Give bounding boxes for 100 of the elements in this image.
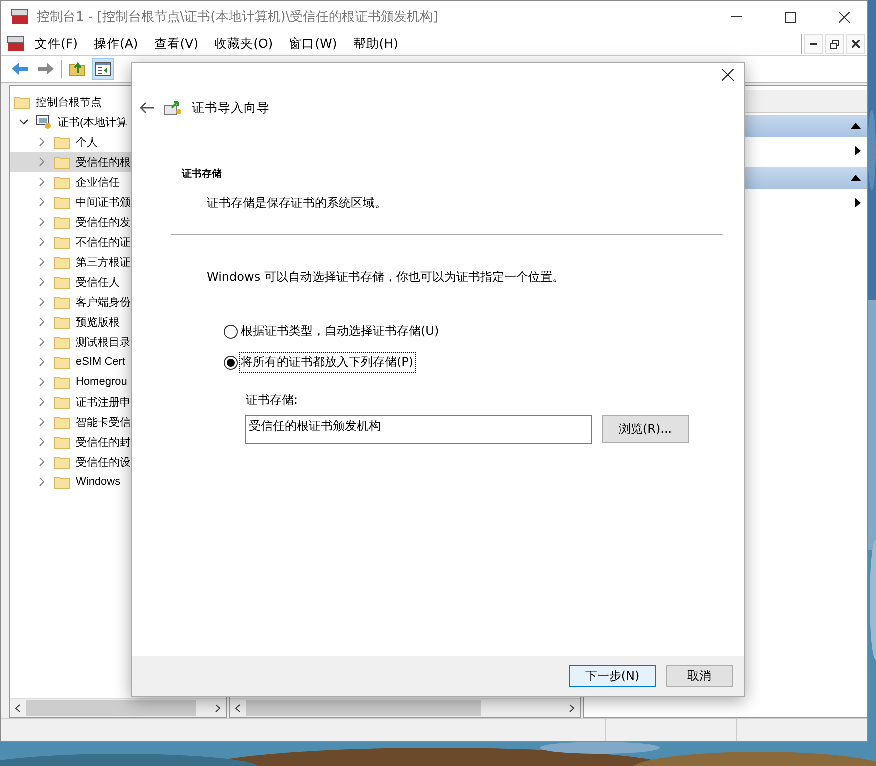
folder-icon	[54, 376, 70, 388]
store-field[interactable]: 受信任的根证书颁发机构	[245, 415, 592, 444]
tree-item[interactable]: 受信任的封	[74, 434, 133, 450]
tree-item[interactable]: 不信任的证	[74, 234, 133, 250]
field-label: 证书存储:	[246, 393, 298, 407]
forward-arrow-icon	[37, 62, 55, 76]
tree-item[interactable]: 预览版根	[74, 314, 122, 330]
chevron-right-icon[interactable]	[39, 477, 45, 487]
chevron-down-icon[interactable]	[19, 119, 29, 125]
scroll-right-icon[interactable]	[569, 704, 575, 712]
tree-item[interactable]: 受信任人	[74, 274, 122, 290]
minimize-button[interactable]	[804, 34, 823, 54]
minimize-icon	[730, 16, 742, 18]
folder-icon	[54, 456, 70, 468]
menu-item[interactable]: 窗口(W)	[283, 36, 344, 52]
chevron-right-icon[interactable]	[39, 297, 45, 307]
back-arrow-icon	[11, 62, 29, 76]
wizard-title: 证书导入向导	[192, 100, 270, 116]
tree-item[interactable]: 客户端身份	[74, 294, 133, 310]
tree-item[interactable]: 证书注册申	[74, 394, 133, 410]
chevron-right-icon[interactable]	[39, 457, 45, 467]
tree-item[interactable]: Windows	[74, 475, 123, 489]
chevron-right-icon[interactable]	[39, 397, 45, 407]
tree-item[interactable]: Homegrou	[74, 375, 130, 389]
scroll-right-icon[interactable]	[215, 704, 221, 712]
browse-button[interactable]: 浏览(R)...	[602, 415, 689, 443]
section-heading: 证书存储	[182, 169, 222, 180]
maximize-icon	[784, 12, 796, 22]
menu-item[interactable]: 操作(A)	[88, 36, 144, 52]
chevron-right-icon[interactable]	[39, 357, 45, 367]
tree-item[interactable]: 受信任的设	[74, 454, 133, 470]
scroll-left-icon[interactable]	[15, 704, 21, 712]
tree-item[interactable]: 受信任的发	[74, 214, 133, 230]
chevron-right-icon[interactable]	[39, 177, 45, 187]
folder-icon	[54, 156, 70, 168]
tree-item[interactable]: 个人	[74, 134, 100, 150]
menu-item[interactable]: 帮助(H)	[347, 36, 404, 52]
chevron-right-icon[interactable]	[39, 257, 45, 267]
chevron-right-icon[interactable]	[39, 237, 45, 247]
back-arrow-icon[interactable]	[140, 102, 154, 114]
folder-icon	[54, 476, 70, 488]
folder-up-icon	[69, 62, 85, 76]
collapse-up-icon[interactable]	[851, 175, 861, 181]
tree-item[interactable]: eSIM Cert	[74, 355, 128, 369]
folder-icon	[54, 236, 70, 248]
menu-item[interactable]: 收藏夹(O)	[208, 36, 280, 52]
folder-icon	[54, 396, 70, 408]
tree-item[interactable]: 测试根目录	[74, 334, 133, 350]
tree-item[interactable]: 证书(本地计算	[56, 114, 130, 130]
chevron-right-icon[interactable]	[39, 277, 45, 287]
scrollbar-thumb[interactable]	[26, 700, 196, 716]
restore-button[interactable]	[825, 34, 844, 54]
chevron-right-icon[interactable]	[39, 217, 45, 227]
app-toolbox-icon	[7, 36, 25, 52]
folder-icon	[54, 356, 70, 368]
folder-icon	[54, 436, 70, 448]
folder-icon	[54, 176, 70, 188]
menu-item[interactable]: 查看(V)	[148, 36, 205, 52]
tree-item[interactable]: 企业信任	[74, 174, 122, 190]
scroll-left-icon[interactable]	[235, 704, 241, 712]
radio-button[interactable]	[224, 356, 238, 370]
chevron-right-icon[interactable]	[39, 337, 45, 347]
toolbar-button[interactable]	[92, 58, 114, 80]
folder-icon	[54, 256, 70, 268]
dialog-button[interactable]: 取消	[666, 665, 733, 687]
chevron-right-icon[interactable]	[39, 137, 45, 147]
folder-icon	[54, 316, 70, 328]
dialog-button[interactable]: 下一步(N)	[569, 665, 656, 687]
chevron-right-icon[interactable]	[39, 317, 45, 327]
close-button[interactable]	[846, 34, 865, 54]
tree-item[interactable]: 中间证书颁	[74, 194, 133, 210]
collapse-up-icon[interactable]	[851, 123, 861, 129]
minimize-icon	[810, 43, 817, 45]
chevron-right-icon[interactable]	[39, 157, 45, 167]
chevron-right-icon[interactable]	[39, 437, 45, 447]
restore-icon	[830, 40, 839, 48]
expand-right-icon[interactable]	[855, 198, 861, 208]
folder-icon	[14, 96, 30, 108]
chevron-right-icon[interactable]	[39, 377, 45, 387]
chevron-right-icon[interactable]	[39, 417, 45, 427]
folder-icon	[54, 136, 70, 148]
tree-item[interactable]: 控制台根节点	[34, 94, 104, 110]
folder-icon	[54, 416, 70, 428]
radio-option[interactable]: 根据证书类型，自动选择证书存储(U)	[224, 322, 744, 341]
close-icon[interactable]	[722, 69, 734, 81]
menu-item[interactable]: 文件(F)	[29, 36, 84, 52]
instruction-text: Windows 可以自动选择证书存储，你也可以为证书指定一个位置。	[207, 270, 564, 284]
scrollbar-thumb[interactable]	[246, 700, 481, 716]
chevron-right-icon[interactable]	[39, 197, 45, 207]
folder-icon	[54, 336, 70, 348]
app-toolbox-icon	[11, 9, 29, 25]
tree-item[interactable]: 第三方根证	[74, 254, 133, 270]
radio-option[interactable]: 将所有的证书都放入下列存储(P)	[224, 353, 744, 372]
tree-item[interactable]: 智能卡受信	[74, 414, 133, 430]
folder-icon	[54, 216, 70, 228]
radio-button[interactable]	[224, 324, 238, 338]
expand-right-icon[interactable]	[855, 146, 861, 156]
certificate-import-icon	[164, 100, 182, 116]
close-icon	[838, 12, 850, 22]
window-title: 控制台1 - [控制台根节点\证书(本地计算机)\受信任的根证书颁发机构]	[37, 9, 440, 26]
